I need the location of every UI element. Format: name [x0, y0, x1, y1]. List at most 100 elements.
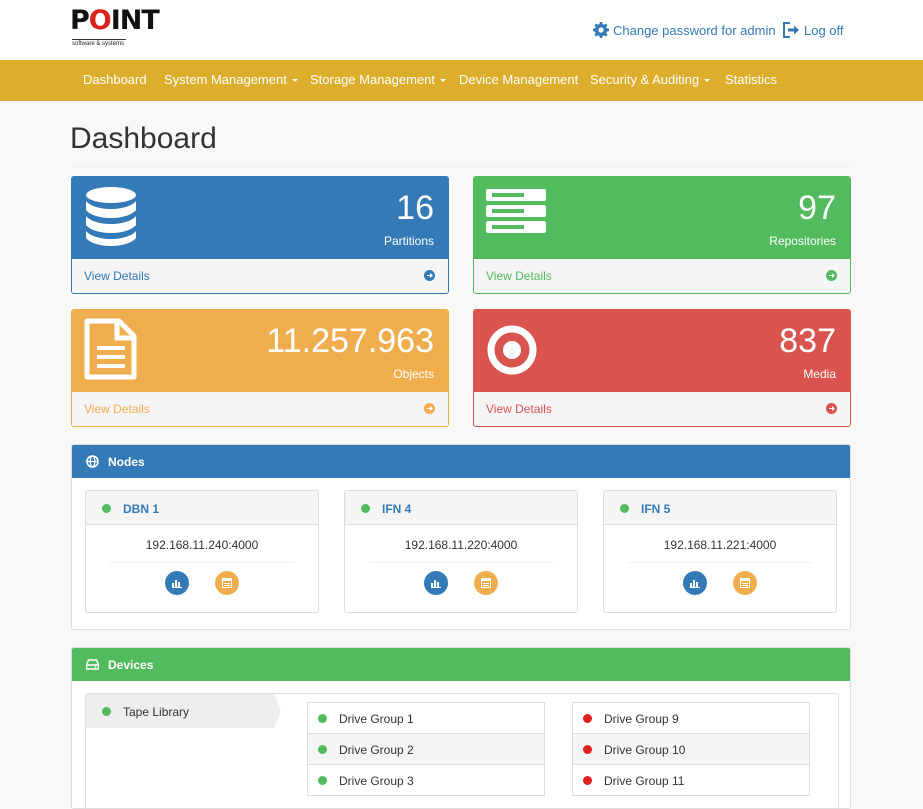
repositories-view-details[interactable]: View Details	[474, 259, 850, 293]
caret-down-icon	[440, 79, 447, 83]
drive-group-label: Drive Group 1	[339, 712, 414, 726]
node-card-header: IFN 4	[345, 491, 577, 525]
drive-group-item[interactable]: Drive Group 10	[572, 734, 810, 765]
window-icon	[740, 578, 750, 588]
caret-down-icon	[704, 79, 711, 83]
drive-group-item[interactable]: Drive Group 9	[572, 702, 810, 734]
logo-tagline: software & systems	[72, 41, 125, 47]
media-view-details[interactable]: View Details	[474, 392, 850, 426]
logo-wordmark: POINT	[70, 5, 160, 36]
logo-divider	[72, 39, 126, 40]
drive-group-label: Drive Group 9	[604, 712, 679, 726]
nav-dashboard-label: Dashboard	[83, 72, 147, 87]
repositories-card-head: 97 Repositories	[474, 177, 850, 259]
drive-group-item[interactable]: Drive Group 1	[307, 702, 545, 734]
window-icon	[222, 578, 232, 588]
objects-view-details[interactable]: View Details	[72, 392, 448, 426]
nav-statistics-label: Statistics	[725, 72, 778, 87]
bar-chart-icon	[431, 580, 441, 588]
drive-group-item[interactable]: Drive Group 3	[307, 765, 545, 796]
view-details-label: View Details	[486, 402, 552, 416]
drive-group-label: Drive Group 3	[339, 774, 414, 788]
nav-statistics[interactable]: Statistics	[725, 60, 777, 101]
top-bar: POINT software & systems Change password…	[0, 0, 923, 60]
nav-storage-management[interactable]: Storage Management	[310, 60, 447, 101]
page-title: Dashboard	[70, 122, 217, 155]
nav-system-management[interactable]: System Management	[164, 60, 298, 101]
node-name[interactable]: IFN 4	[382, 502, 411, 516]
status-dot	[620, 504, 629, 513]
drive-group-item[interactable]: Drive Group 11	[572, 765, 810, 796]
bar-chart-icon	[172, 580, 182, 588]
point-logo[interactable]: POINT software & systems	[70, 6, 160, 52]
tape-library-box: Tape Library Drive Group 1 Drive Group 2…	[85, 693, 839, 808]
caret-down-icon	[291, 79, 298, 83]
logout-link[interactable]: Log off	[782, 22, 844, 38]
statistics-button[interactable]	[424, 571, 448, 595]
status-dot	[583, 776, 592, 785]
statistics-button[interactable]	[683, 571, 707, 595]
node-address: 192.168.11.220:4000	[404, 538, 518, 552]
repositories-label: Repositories	[769, 234, 836, 248]
devices-panel: Devices Tape Library Drive Group 1 Drive…	[71, 647, 851, 809]
status-dot	[102, 504, 111, 513]
server-icon	[486, 185, 548, 240]
details-button[interactable]	[215, 571, 239, 595]
devices-panel-header: Devices	[72, 648, 850, 681]
node-address: 192.168.11.240:4000	[145, 538, 259, 552]
status-dot	[102, 707, 111, 716]
node-card-header: IFN 5	[604, 491, 836, 525]
hdd-icon	[85, 658, 100, 673]
node-card-header: DBN 1	[86, 491, 318, 525]
logout-icon	[782, 22, 800, 38]
node-card: IFN 5 192.168.11.221:4000	[603, 490, 837, 613]
drive-group-label: Drive Group 2	[339, 743, 414, 757]
partitions-count: 16	[396, 189, 434, 227]
nodes-panel: Nodes DBN 1 192.168.11.240:4000 IFN 4 19…	[71, 444, 851, 630]
details-button[interactable]	[474, 571, 498, 595]
document-icon	[84, 318, 138, 385]
gear-icon	[593, 22, 609, 38]
change-password-link[interactable]: Change password for admin	[593, 22, 776, 38]
node-divider	[369, 562, 553, 563]
node-card: IFN 4 192.168.11.220:4000	[344, 490, 578, 613]
database-icon	[84, 185, 138, 252]
node-name[interactable]: IFN 5	[641, 502, 670, 516]
drive-group-list: Drive Group 1 Drive Group 2 Drive Group …	[307, 702, 545, 796]
arrow-circle-right-icon	[826, 403, 837, 414]
objects-label: Objects	[393, 367, 434, 381]
main-navbar: Dashboard System Management Storage Mana…	[0, 60, 923, 101]
node-address: 192.168.11.221:4000	[663, 538, 777, 552]
details-button[interactable]	[733, 571, 757, 595]
nav-device-management[interactable]: Device Management	[459, 60, 578, 101]
arrow-circle-right-icon	[826, 270, 837, 281]
media-card: 837 Media View Details	[473, 309, 851, 427]
nav-security-auditing[interactable]: Security & Auditing	[590, 60, 711, 101]
tape-library-tab[interactable]: Tape Library	[86, 694, 281, 728]
partitions-view-details[interactable]: View Details	[72, 259, 448, 293]
media-count: 837	[779, 322, 836, 360]
repositories-card: 97 Repositories View Details	[473, 176, 851, 294]
view-details-label: View Details	[84, 269, 150, 283]
drive-group-list: Drive Group 9 Drive Group 10 Drive Group…	[572, 702, 810, 796]
target-icon	[486, 318, 542, 383]
window-icon	[481, 578, 491, 588]
objects-card: 11.257.963 Objects View Details	[71, 309, 449, 427]
repositories-count: 97	[798, 189, 836, 227]
node-card: DBN 1 192.168.11.240:4000	[85, 490, 319, 613]
nav-device-management-label: Device Management	[459, 72, 579, 87]
node-divider	[628, 562, 812, 563]
nodes-panel-title: Nodes	[108, 455, 145, 469]
logout-label: Log off	[804, 22, 844, 38]
bar-chart-icon	[690, 580, 700, 588]
media-card-head: 837 Media	[474, 310, 850, 392]
nav-dashboard[interactable]: Dashboard	[83, 60, 147, 101]
status-dot	[361, 504, 370, 513]
node-name[interactable]: DBN 1	[123, 502, 159, 516]
drive-group-label: Drive Group 11	[604, 774, 685, 788]
node-divider	[110, 562, 294, 563]
partitions-card-head: 16 Partitions	[72, 177, 448, 259]
change-password-label: Change password for admin	[613, 22, 776, 38]
drive-group-item[interactable]: Drive Group 2	[307, 734, 545, 765]
statistics-button[interactable]	[165, 571, 189, 595]
